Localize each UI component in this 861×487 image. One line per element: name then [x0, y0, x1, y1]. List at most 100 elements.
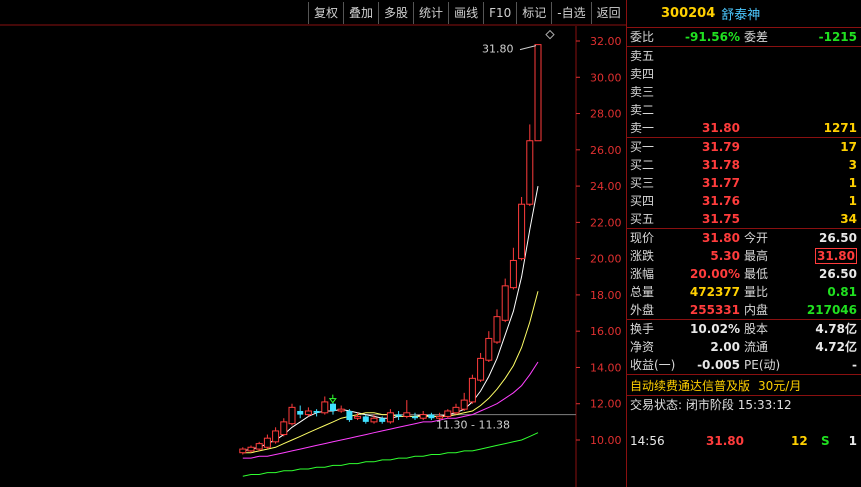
stat-value: 472377 — [689, 285, 740, 299]
price-stats: 现价 31.80 今开 26.50 涨跌 5.30 最高 31.80 涨幅 20… — [627, 229, 861, 319]
stat-row-change-pct: 涨幅 20.00% 最低 26.50 — [627, 265, 861, 283]
fund-value: 4.72亿 — [815, 340, 857, 354]
candle-body — [379, 418, 386, 422]
kline-chart[interactable]: 32.00 30.00 28.00 26.00 24.00 22.00 20.00 18.00… — [0, 0, 626, 487]
fund-value: 10.02% — [690, 322, 740, 336]
weibi-label: 委比 — [630, 30, 655, 44]
candle-body — [403, 412, 411, 417]
ask-row-4: 卖四 — [627, 65, 861, 83]
trade-status-label: 交易状态: — [630, 398, 683, 412]
diamond-icon — [545, 29, 555, 40]
candle-body — [460, 399, 468, 410]
trade-status-time: 15:33:12 — [737, 398, 792, 412]
tick-time: 14:56 — [630, 434, 665, 448]
y-tick-label: 12.00 — [590, 398, 622, 411]
fund-label: 净资 — [630, 340, 655, 354]
candle-body — [493, 316, 501, 343]
bid-row-2: 买二 31.78 3 — [627, 156, 861, 174]
candle-body — [428, 414, 435, 419]
tick-row — [627, 414, 861, 432]
candle-body — [412, 416, 418, 419]
ask-row-5: 卖五 — [627, 47, 861, 65]
ask-label: 卖五 — [630, 49, 655, 63]
stat-label: 今开 — [744, 231, 769, 245]
tick-price: 31.80 — [706, 434, 744, 448]
y-tick-label: 22.00 — [590, 216, 622, 229]
bid-price: 31.75 — [702, 212, 740, 226]
order-ratio-row: 委比 -91.56% 委差 -1215 — [627, 28, 861, 46]
stat-value: 5.30 — [710, 249, 740, 263]
y-tick-label: 24.00 — [590, 180, 622, 193]
toolbar-button-draw-line[interactable]: 画线 — [448, 2, 483, 24]
y-tick-label: 20.00 — [590, 253, 622, 266]
ask-price: 31.80 — [702, 121, 740, 135]
stat-label: 最高 — [744, 249, 769, 263]
stat-label: 外盘 — [630, 303, 655, 317]
tick-volume: 12 — [791, 434, 808, 448]
max-price-pointer — [519, 45, 537, 51]
y-tick-label: 18.00 — [590, 289, 622, 302]
stat-label: 涨幅 — [630, 267, 655, 281]
candle-body — [330, 403, 336, 411]
stock-name: 舒泰神 — [721, 8, 761, 23]
toolbar-button-multi-stock[interactable]: 多股 — [378, 2, 413, 24]
candle-body — [518, 203, 526, 260]
fund-value: -0.005 — [697, 358, 740, 372]
candle-body — [272, 430, 280, 443]
stat-label: 内盘 — [744, 303, 769, 317]
stat-value: 31.80 — [702, 231, 740, 245]
bid-row-4: 买四 31.76 1 — [627, 192, 861, 210]
toolbar-button-back[interactable]: 返回 — [590, 2, 626, 24]
down-arrow-icon — [328, 394, 337, 404]
ask-row-2: 卖二 — [627, 101, 861, 119]
ask-label: 卖一 — [630, 121, 655, 135]
bid-label: 买二 — [630, 158, 655, 172]
bid-row-5: 买五 31.75 34 — [627, 210, 861, 228]
stat-row-volume: 总量 472377 量比 0.81 — [627, 283, 861, 301]
bid-label: 买三 — [630, 176, 655, 190]
subscription-promo[interactable]: 自动续费通达信普及版 30元/月 — [627, 374, 861, 396]
toolbar-button-overlay[interactable]: 叠加 — [343, 2, 378, 24]
ask-book: 卖五 卖四 卖三 卖二 卖一 31.80 1271 — [627, 47, 861, 137]
trade-status: 交易状态: 闭市阶段 15:33:12 — [627, 396, 861, 414]
ask-label: 卖四 — [630, 67, 655, 81]
y-tick-label: 16.00 — [590, 325, 622, 338]
tick-list[interactable]: 14:56 31.80 12 S 1 — [627, 414, 861, 450]
trade-status-value: 闭市阶段 — [685, 398, 734, 412]
stat-label: 最低 — [744, 267, 769, 281]
bid-book: 买一 31.79 17 买二 31.78 3 买三 31.77 1 买四 31.… — [627, 138, 861, 228]
candle-body — [501, 285, 509, 321]
stat-value-highlighted: 31.80 — [815, 248, 857, 264]
toolbar-button-mark[interactable]: 标记 — [516, 2, 551, 24]
bid-label: 买一 — [630, 140, 655, 154]
stat-row-current-price: 现价 31.80 今开 26.50 — [627, 229, 861, 247]
toolbar-button-statistics[interactable]: 统计 — [413, 2, 448, 24]
y-tick-label: 26.00 — [590, 144, 622, 157]
tick-direction: S — [821, 434, 830, 448]
candle-body — [452, 406, 460, 414]
candle-body — [485, 337, 493, 361]
candle-body — [419, 414, 427, 419]
max-price-annotation: 31.80 — [482, 43, 514, 56]
stat-value: 0.81 — [827, 285, 857, 299]
toolbar-button-restore-rights[interactable]: 复权 — [308, 2, 343, 24]
weicha-label: 委差 — [744, 30, 769, 44]
fund-value: 4.78亿 — [815, 322, 857, 336]
candle-body — [477, 357, 485, 381]
stat-label: 总量 — [630, 285, 655, 299]
ask-label: 卖三 — [630, 85, 655, 99]
stat-label: 量比 — [744, 285, 769, 299]
ask-volume: 1271 — [823, 121, 857, 135]
toolbar-button-remove-watchlist[interactable]: -自选 — [551, 2, 590, 24]
toolbar-button-f10[interactable]: F10 — [483, 2, 516, 24]
stat-row-change: 涨跌 5.30 最高 31.80 — [627, 247, 861, 265]
candle-body — [304, 410, 312, 416]
candle-body — [509, 259, 517, 289]
promo-price: 30元/月 — [758, 379, 802, 393]
candle-body — [386, 412, 394, 423]
quote-panel: 300204 舒泰神 委比 -91.56% 委差 -1215 卖五 卖四 卖三 … — [626, 0, 861, 487]
stock-header[interactable]: 300204 舒泰神 — [627, 0, 861, 28]
ask-label: 卖二 — [630, 103, 655, 117]
candle-body — [395, 414, 402, 417]
kline-chart-area[interactable]: 32.00 30.00 28.00 26.00 24.00 22.00 20.00 18.00… — [0, 0, 626, 487]
